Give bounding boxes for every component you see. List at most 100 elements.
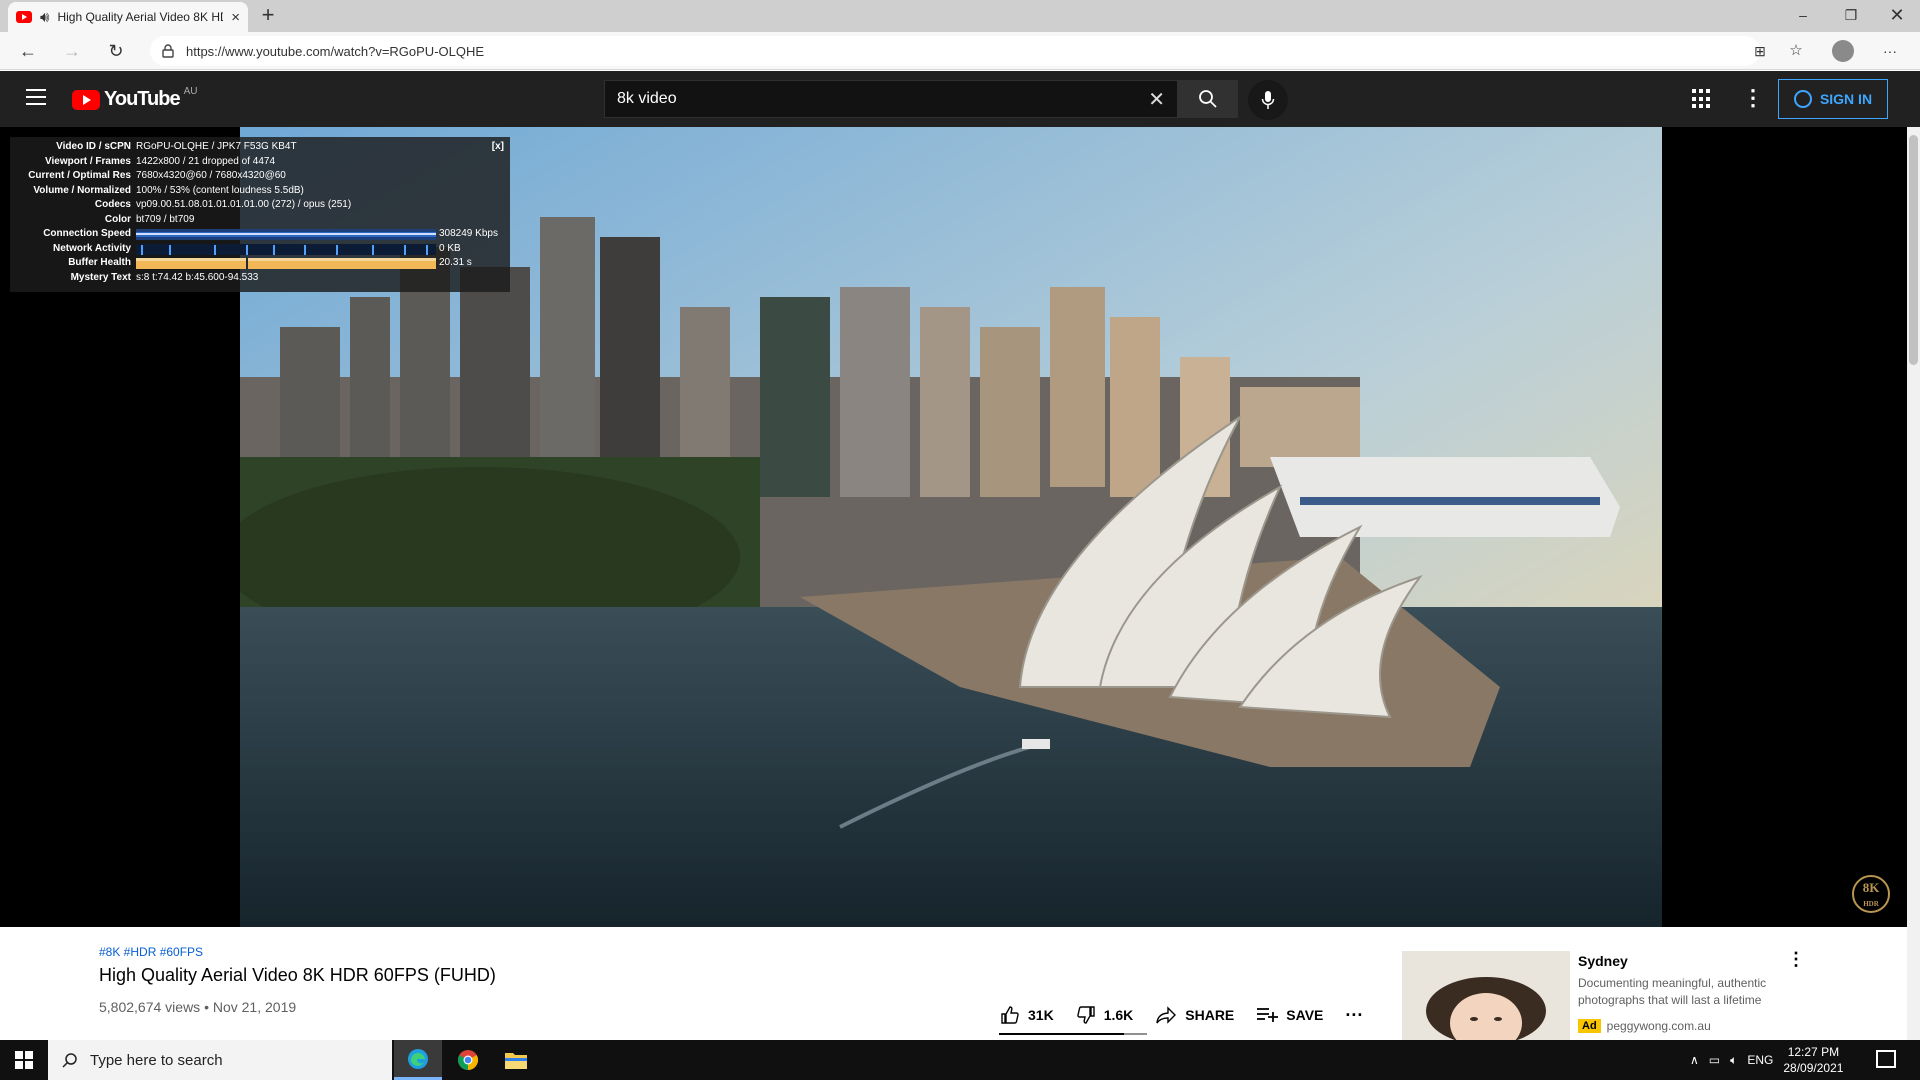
- taskbar-file-explorer-app[interactable]: [492, 1040, 540, 1080]
- watermark-main: 8K: [1862, 880, 1880, 895]
- lock-icon[interactable]: [162, 44, 174, 58]
- forward-arrow-icon[interactable]: →: [58, 38, 86, 64]
- dislike-button[interactable]: 1.6K: [1076, 1005, 1134, 1025]
- ad-child-photo: [1402, 951, 1570, 1040]
- 8k-hdr-watermark: 8K HDR: [1852, 875, 1890, 913]
- stats-row: Video ID / sCPN RGoPU-OLQHE / JPK7 F53G K…: [16, 140, 504, 155]
- microphone-icon: [1261, 91, 1275, 109]
- share-label: SHARE: [1185, 1007, 1235, 1023]
- speaker-icon[interactable]: 🔊︎: [40, 9, 49, 26]
- video-actions: 31K 1.6K SHARE SAVE ···: [1000, 995, 1363, 1035]
- back-arrow-icon[interactable]: ←: [14, 38, 42, 64]
- like-count: 31K: [1028, 1007, 1054, 1023]
- folder-icon: [505, 1053, 527, 1069]
- taskbar-search-icon: [62, 1053, 77, 1068]
- notification-center-icon[interactable]: [1876, 1050, 1896, 1068]
- share-arrow-icon: [1156, 1006, 1177, 1024]
- search-query[interactable]: 8k video: [617, 90, 1148, 108]
- edge-browser-icon: [408, 1048, 428, 1069]
- scrollbar-thumb[interactable]: [1909, 135, 1918, 365]
- stats-label: Color: [104, 213, 131, 225]
- language-indicator[interactable]: ENG: [1747, 1053, 1773, 1067]
- share-button[interactable]: SHARE: [1155, 1005, 1234, 1025]
- new-tab-button[interactable]: +: [256, 4, 280, 28]
- hamburger-menu-icon[interactable]: [26, 89, 46, 107]
- browser-tab[interactable]: 🔊︎ High Quality Aerial Video 8K HDR 60FP…: [8, 2, 248, 32]
- youtube-logo[interactable]: YouTube AU: [72, 86, 197, 111]
- window-close-icon[interactable]: ✕: [1874, 0, 1920, 32]
- dislike-count: 1.6K: [1103, 1007, 1134, 1023]
- minimize-icon[interactable]: –: [1780, 0, 1826, 32]
- browser-tab-strip: 🔊︎ High Quality Aerial Video 8K HDR 60FP…: [0, 0, 1920, 32]
- stats-row: Volume / Normalized 100% / 53% (content l…: [16, 184, 504, 199]
- sign-in-label: SIGN IN: [1819, 91, 1873, 107]
- more-actions-icon[interactable]: ···: [1345, 1005, 1363, 1026]
- video-hashtags[interactable]: #8K #HDR #60FPS: [99, 945, 203, 959]
- clock-date: 28/09/2021: [1783, 1061, 1844, 1075]
- thumbs-up-icon: [1001, 1006, 1019, 1024]
- taskbar-clock[interactable]: 12:27 PM 28/09/2021: [1783, 1044, 1843, 1076]
- video-title: High Quality Aerial Video 8K HDR 60FPS (…: [99, 965, 496, 985]
- stats-for-nerds-panel: [x] Video ID / sCPN RGoPU-OLQHE / JPK7 F5…: [10, 137, 510, 292]
- video-player[interactable]: 8K HDR [x] Video ID / sCPN RGoPU-OLQHE / …: [0, 127, 1907, 927]
- taskbar-edge-app[interactable]: [394, 1040, 442, 1080]
- stats-value: s:8 t:74.42 b:45.600-94.533: [136, 271, 259, 283]
- stats-value: 7680x4320@60 / 7680x4320@60: [136, 170, 286, 181]
- clear-search-icon[interactable]: ✕: [1148, 87, 1165, 112]
- tab-close-icon[interactable]: ×: [231, 9, 240, 26]
- start-button[interactable]: [0, 1040, 48, 1080]
- youtube-wordmark: YouTube: [104, 88, 181, 110]
- save-button[interactable]: SAVE: [1256, 1006, 1323, 1024]
- like-button[interactable]: 31K: [1000, 1005, 1054, 1025]
- volume-icon[interactable]: 🔈︎: [1730, 1053, 1737, 1068]
- buffer-health-graph: [136, 258, 436, 269]
- address-bar[interactable]: https://www.youtube.com/watch?v=RGoPU-OL…: [150, 36, 1760, 66]
- tray-chevron-up-icon[interactable]: ∧: [1690, 1053, 1699, 1067]
- youtube-masthead: YouTube AU 8k video ✕ ⋮ SIGN IN: [0, 71, 1920, 127]
- ad-badge: Ad: [1578, 1019, 1601, 1033]
- ad-domain[interactable]: peggywong.com.au: [1607, 1019, 1711, 1033]
- stats-value: 0 KB: [439, 242, 461, 254]
- stats-close-button[interactable]: [x]: [492, 141, 504, 152]
- ad-source-line: Ad peggywong.com.au: [1578, 1019, 1711, 1033]
- settings-more-icon[interactable]: ⋮: [1742, 85, 1764, 111]
- browser-menu-icon[interactable]: ···: [1876, 38, 1904, 64]
- youtube-play-icon: [72, 89, 100, 110]
- browser-nav-bar: ← → ↻ https://www.youtube.com/watch?v=RG…: [0, 32, 1920, 70]
- save-label: SAVE: [1286, 1007, 1324, 1023]
- url-text[interactable]: https://www.youtube.com/watch?v=RGoPU-OL…: [186, 44, 484, 59]
- stats-row: Network Activity 0 KB: [16, 242, 504, 257]
- reload-icon[interactable]: ↻: [102, 38, 130, 64]
- restore-icon[interactable]: ❐: [1828, 0, 1874, 32]
- ad-more-options-icon[interactable]: ⋮: [1787, 949, 1805, 970]
- stats-label: Current / Optimal Res: [28, 170, 131, 181]
- ad-thumbnail[interactable]: [1402, 951, 1570, 1040]
- favorites-icon[interactable]: ☆: [1782, 38, 1810, 64]
- voice-search-button[interactable]: [1248, 80, 1288, 120]
- search-input[interactable]: 8k video ✕: [604, 80, 1178, 118]
- search-button[interactable]: [1178, 80, 1238, 118]
- ad-title[interactable]: Sydney: [1578, 953, 1628, 969]
- stats-row: Connection Speed 308249 Kbps: [16, 227, 504, 242]
- add-to-playlist-icon: [1257, 1008, 1279, 1022]
- stats-label: Viewport / Frames: [45, 155, 131, 167]
- sign-in-button[interactable]: SIGN IN: [1778, 79, 1888, 119]
- profile-avatar[interactable]: [1832, 40, 1854, 62]
- app-available-icon[interactable]: ⊞: [1746, 38, 1774, 64]
- stats-row: Color bt709 / bt709: [16, 213, 504, 228]
- stats-row: Mystery Text s:8 t:74.42 b:45.600-94.533: [16, 271, 504, 286]
- network-icon[interactable]: ▭: [1709, 1053, 1720, 1067]
- stats-label: Video ID / sCPN: [56, 141, 131, 152]
- stats-label: Network Activity: [53, 242, 131, 254]
- apps-grid-icon[interactable]: [1692, 89, 1712, 109]
- taskbar-chrome-app[interactable]: [444, 1040, 492, 1080]
- taskbar-search-box[interactable]: Type here to search: [48, 1040, 392, 1080]
- chrome-browser-icon: [457, 1050, 479, 1071]
- stats-value: vp09.00.51.08.01.01.01.01.00 (272) / opu…: [136, 199, 352, 210]
- stats-label: Mystery Text: [70, 271, 131, 283]
- video-views-date: 5,802,674 views • Nov 21, 2019: [99, 999, 297, 1015]
- stats-label: Connection Speed: [43, 228, 131, 239]
- stats-value: 308249 Kbps: [439, 228, 498, 239]
- clock-time: 12:27 PM: [1787, 1045, 1840, 1059]
- stats-value: 1422x800 / 21 dropped of 4474: [136, 155, 276, 167]
